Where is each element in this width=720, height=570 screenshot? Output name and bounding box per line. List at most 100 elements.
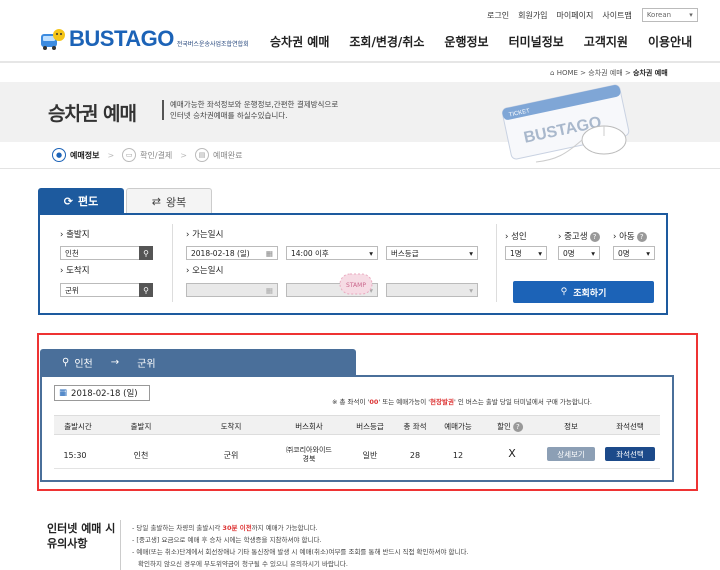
go-time-select[interactable]: 14:00 이후 ▾ bbox=[286, 246, 378, 260]
select-seat-button[interactable]: 좌석선택 bbox=[605, 447, 655, 461]
depart-field[interactable]: 인천 bbox=[60, 246, 140, 260]
col-depart-time: 출발시간 bbox=[64, 422, 92, 431]
cell-to: 군위 bbox=[223, 451, 239, 460]
header-divider bbox=[0, 61, 720, 63]
teen-select[interactable]: 0명 ▾ bbox=[558, 246, 600, 260]
step-separator-icon: > bbox=[107, 150, 115, 160]
col-company: 버스회사 bbox=[295, 422, 323, 431]
result-date-value: 2018-02-18 (일) bbox=[71, 389, 138, 399]
col-discount-label: 할인 bbox=[497, 422, 511, 431]
return-date-field: ▦ bbox=[186, 283, 278, 297]
notice-prefix: ※ 총 좌석이 ' bbox=[332, 398, 370, 406]
child-label: › 아동? bbox=[613, 230, 647, 242]
ticket-mouse-illustration: TICKET BUSTAGO bbox=[496, 84, 656, 164]
col-grade: 버스등급 bbox=[356, 422, 384, 431]
language-value: Korean bbox=[646, 11, 672, 19]
bus-grade-select[interactable]: 버스등급 ▾ bbox=[386, 246, 478, 260]
search-submit-button[interactable]: ⚲ 조회하기 bbox=[513, 281, 654, 303]
breadcrumb-home[interactable]: HOME bbox=[557, 69, 578, 77]
tab-oneway-label: 편도 bbox=[77, 195, 99, 208]
sitemap-link[interactable]: 사이트맵 bbox=[602, 10, 631, 21]
panel-separator bbox=[496, 224, 497, 302]
cell-company: ㈜코리아와이드 경북 bbox=[286, 446, 332, 464]
notes-title-line2: 유의사항 bbox=[47, 537, 88, 550]
adult-label: › 성인 bbox=[505, 232, 527, 242]
result-date-picker[interactable]: ▦ 2018-02-18 (일) bbox=[54, 385, 150, 401]
logo[interactable]: BUSTAGO 전국버스운송사업조합연합회 bbox=[40, 26, 249, 52]
panel-separator bbox=[172, 224, 173, 302]
depart-label-text: 출발지 bbox=[66, 230, 90, 240]
calendar-icon: ▦ bbox=[59, 388, 68, 398]
signup-link[interactable]: 회원가입 bbox=[518, 10, 547, 21]
child-label-text: 아동 bbox=[619, 232, 635, 242]
progress-steps: ● 예매정보 > ▭ 확인/결제 > ▤ 예매완료 bbox=[52, 148, 242, 162]
chevron-down-icon: ▾ bbox=[469, 248, 473, 258]
help-icon[interactable]: ? bbox=[589, 232, 600, 242]
page-description: 예매가능한 좌석정보와 운행정보,간편한 결제방식으로 인터넷 승차권예매를 하… bbox=[170, 99, 338, 121]
notice-suffix: ' 인 버스는 출발 당일 터미널에서 구매 가능합니다. bbox=[453, 398, 592, 406]
note-item-1: - 당일 출발하는 차량의 출발시각 30분 이전까지 예매가 가능합니다. bbox=[132, 522, 469, 534]
col-seat-select: 좌석선택 bbox=[616, 422, 644, 431]
arrive-label-text: 도착지 bbox=[66, 266, 90, 276]
help-icon[interactable]: ? bbox=[636, 232, 647, 242]
page-description-line2: 인터넷 승차권예매를 하실수있습니다. bbox=[170, 111, 288, 120]
main-nav: 승차권 예매 조회/변경/취소 운행정보 터미널정보 고객지원 이용안내 bbox=[270, 33, 712, 50]
help-icon[interactable]: ? bbox=[512, 422, 523, 432]
route-to: 군위 bbox=[137, 358, 156, 370]
chevron-down-icon: ▾ bbox=[689, 11, 693, 19]
cell-discount: X bbox=[508, 447, 516, 460]
cell-grade: 일반 bbox=[362, 451, 378, 460]
home-icon: ⌂ bbox=[550, 69, 555, 77]
refresh-icon: ⟳ bbox=[63, 194, 73, 208]
depart-search-button[interactable]: ⚲ bbox=[139, 246, 153, 260]
title-divider bbox=[162, 100, 164, 120]
map-pin-icon: ⚲ bbox=[62, 356, 70, 368]
chevron-down-icon: ▾ bbox=[591, 248, 595, 258]
nav-item-lookup[interactable]: 조회/변경/취소 bbox=[349, 33, 424, 50]
login-link[interactable]: 로그인 bbox=[487, 10, 509, 21]
bus-grade-value: 버스등급 bbox=[391, 248, 419, 258]
route-arrow-icon: → bbox=[110, 356, 120, 368]
child-select[interactable]: 0명 ▾ bbox=[613, 246, 655, 260]
table-row-divider bbox=[54, 468, 660, 469]
col-depart: 출발지 bbox=[130, 422, 152, 431]
note-item-3: - 예매(또는 취소)단계에서 회선장애나 기타 통신장애 발생 시 예매(취소… bbox=[132, 548, 469, 556]
step-label-1: 예매정보 bbox=[70, 150, 100, 160]
mypage-link[interactable]: 마이페이지 bbox=[557, 10, 594, 21]
round-trip-icon: ⇄ bbox=[151, 195, 161, 208]
seat-notice: ※ 총 좌석이 '00' 또는 예매가능이 '현장발권' 인 버스는 출발 당일… bbox=[332, 396, 592, 406]
go-date-value: 2018-02-18 (일) bbox=[191, 248, 250, 258]
stamp-decoration: STAMP bbox=[338, 271, 374, 297]
breadcrumb-parent[interactable]: 승차권 예매 bbox=[588, 69, 622, 77]
step-separator-icon: > bbox=[180, 150, 187, 160]
col-arrive: 도착지 bbox=[220, 422, 242, 431]
depart-value: 인천 bbox=[65, 248, 79, 258]
arrive-field[interactable]: 군위 bbox=[60, 283, 140, 297]
chevron-down-icon: ▾ bbox=[469, 285, 473, 295]
chevron-down-icon: ▾ bbox=[369, 248, 373, 258]
arrive-search-button[interactable]: ⚲ bbox=[139, 283, 153, 297]
tab-oneway[interactable]: ⟳ 편도 bbox=[38, 188, 124, 214]
tab-roundtrip[interactable]: ⇄ 왕복 bbox=[126, 188, 212, 214]
adult-select[interactable]: 1명 ▾ bbox=[505, 246, 547, 260]
return-grade-select: ▾ bbox=[386, 283, 478, 297]
nav-item-support[interactable]: 고객지원 bbox=[584, 33, 628, 50]
tab-roundtrip-label: 왕복 bbox=[165, 195, 187, 209]
search-icon: ⚲ bbox=[143, 248, 149, 258]
detail-button[interactable]: 상세보기 bbox=[547, 447, 595, 461]
route-tab: ⚲ 인천 → 군위 bbox=[40, 349, 356, 375]
nav-item-guide[interactable]: 이용안내 bbox=[648, 33, 692, 50]
go-date-field[interactable]: 2018-02-18 (일) ▦ bbox=[186, 246, 278, 260]
bus-mascot-icon bbox=[40, 27, 66, 51]
breadcrumb-current: 승차권 예매 bbox=[633, 69, 668, 77]
chevron-down-icon: ▾ bbox=[646, 248, 650, 258]
adult-value: 1명 bbox=[510, 248, 522, 258]
return-date-label-text: 오는일시 bbox=[192, 266, 224, 276]
nav-item-terminal[interactable]: 터미널정보 bbox=[509, 33, 564, 50]
note-1-highlight: 30분 이전 bbox=[222, 524, 252, 532]
nav-item-reservation[interactable]: 승차권 예매 bbox=[270, 33, 329, 50]
utility-nav: 로그인 회원가입 마이페이지 사이트맵 Korean ▾ bbox=[478, 8, 698, 22]
language-select[interactable]: Korean ▾ bbox=[641, 8, 698, 22]
nav-item-schedule[interactable]: 운행정보 bbox=[444, 33, 488, 50]
teen-label: › 중고생? bbox=[558, 230, 600, 242]
